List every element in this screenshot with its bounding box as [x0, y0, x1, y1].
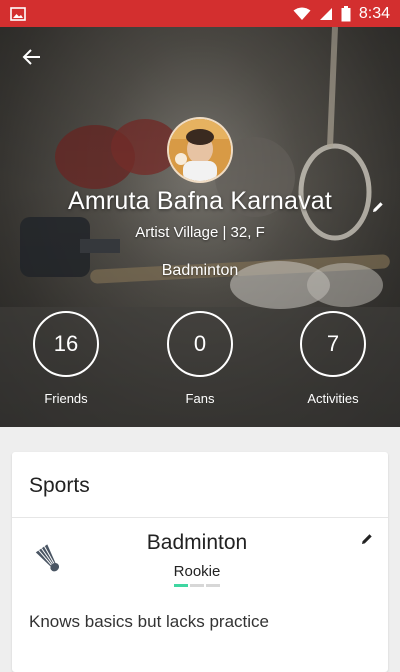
- wifi-icon: [293, 7, 311, 21]
- level-segment: [174, 584, 188, 587]
- stat-value: 16: [33, 311, 99, 377]
- divider: [12, 517, 388, 518]
- stat-friends[interactable]: 16 Friends: [11, 311, 121, 406]
- sports-card: Sports Badminton Rookie Knows basics but…: [12, 452, 388, 672]
- level-segment: [206, 584, 220, 587]
- back-button[interactable]: [12, 43, 52, 75]
- stat-label: Activities: [307, 391, 359, 406]
- profile-location-age: Artist Village | 32, F: [135, 224, 265, 241]
- edit-sport-button[interactable]: [358, 532, 376, 550]
- battery-icon: [341, 5, 351, 22]
- pencil-icon: [372, 200, 384, 218]
- level-indicator: [174, 584, 220, 587]
- stat-value: 0: [167, 311, 233, 377]
- pencil-icon: [361, 532, 373, 550]
- profile-header: Amruta Bafna Karnavat Artist Village | 3…: [0, 27, 400, 427]
- gallery-icon: [10, 6, 30, 22]
- stat-activities[interactable]: 7 Activities: [278, 311, 388, 406]
- sport-level: Rookie: [173, 563, 221, 580]
- profile-name: Amruta Bafna Karnavat: [67, 187, 333, 215]
- status-time: 8:34: [358, 4, 390, 22]
- status-bar: 8:34: [0, 0, 400, 27]
- stat-fans[interactable]: 0 Fans: [145, 311, 255, 406]
- stat-label: Friends: [44, 391, 88, 406]
- stat-value: 7: [300, 311, 366, 377]
- sport-name: Badminton: [146, 531, 248, 554]
- edit-profile-button[interactable]: [368, 199, 388, 219]
- stat-label: Fans: [185, 391, 215, 406]
- level-segment: [190, 584, 204, 587]
- avatar[interactable]: [167, 117, 233, 183]
- card-title: Sports: [29, 474, 90, 497]
- signal-icon: [319, 7, 333, 21]
- arrow-left-icon: [22, 48, 42, 71]
- sport-description: Knows basics but lacks practice: [29, 612, 269, 631]
- profile-sport: Badminton: [161, 262, 239, 279]
